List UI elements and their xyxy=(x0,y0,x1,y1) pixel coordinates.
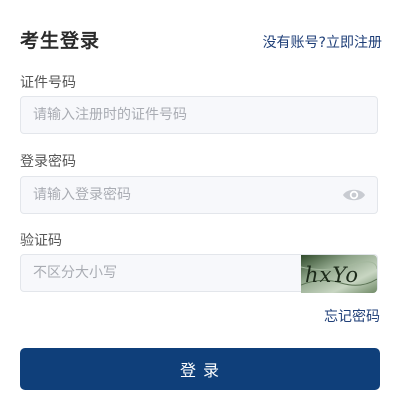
captcha-input[interactable] xyxy=(21,255,333,291)
register-link[interactable]: 没有账号?立即注册 xyxy=(263,32,382,52)
captcha-text: hxYo xyxy=(305,263,359,287)
captcha-field: hxYo xyxy=(20,254,378,293)
login-header: 考生登录 没有账号?立即注册 xyxy=(20,26,382,56)
id-number-input[interactable] xyxy=(21,97,333,133)
id-number-field xyxy=(20,96,378,134)
password-field xyxy=(20,176,378,214)
captcha-image[interactable]: hxYo xyxy=(301,255,377,293)
eye-icon[interactable] xyxy=(342,186,366,204)
forgot-password-link[interactable]: 忘记密码 xyxy=(324,306,380,326)
password-input[interactable] xyxy=(21,177,333,213)
page-title: 考生登录 xyxy=(20,30,101,52)
id-number-label: 证件号码 xyxy=(20,75,76,91)
login-button[interactable]: 登 录 xyxy=(20,348,380,390)
captcha-label: 验证码 xyxy=(20,233,62,249)
password-label: 登录密码 xyxy=(20,154,76,170)
